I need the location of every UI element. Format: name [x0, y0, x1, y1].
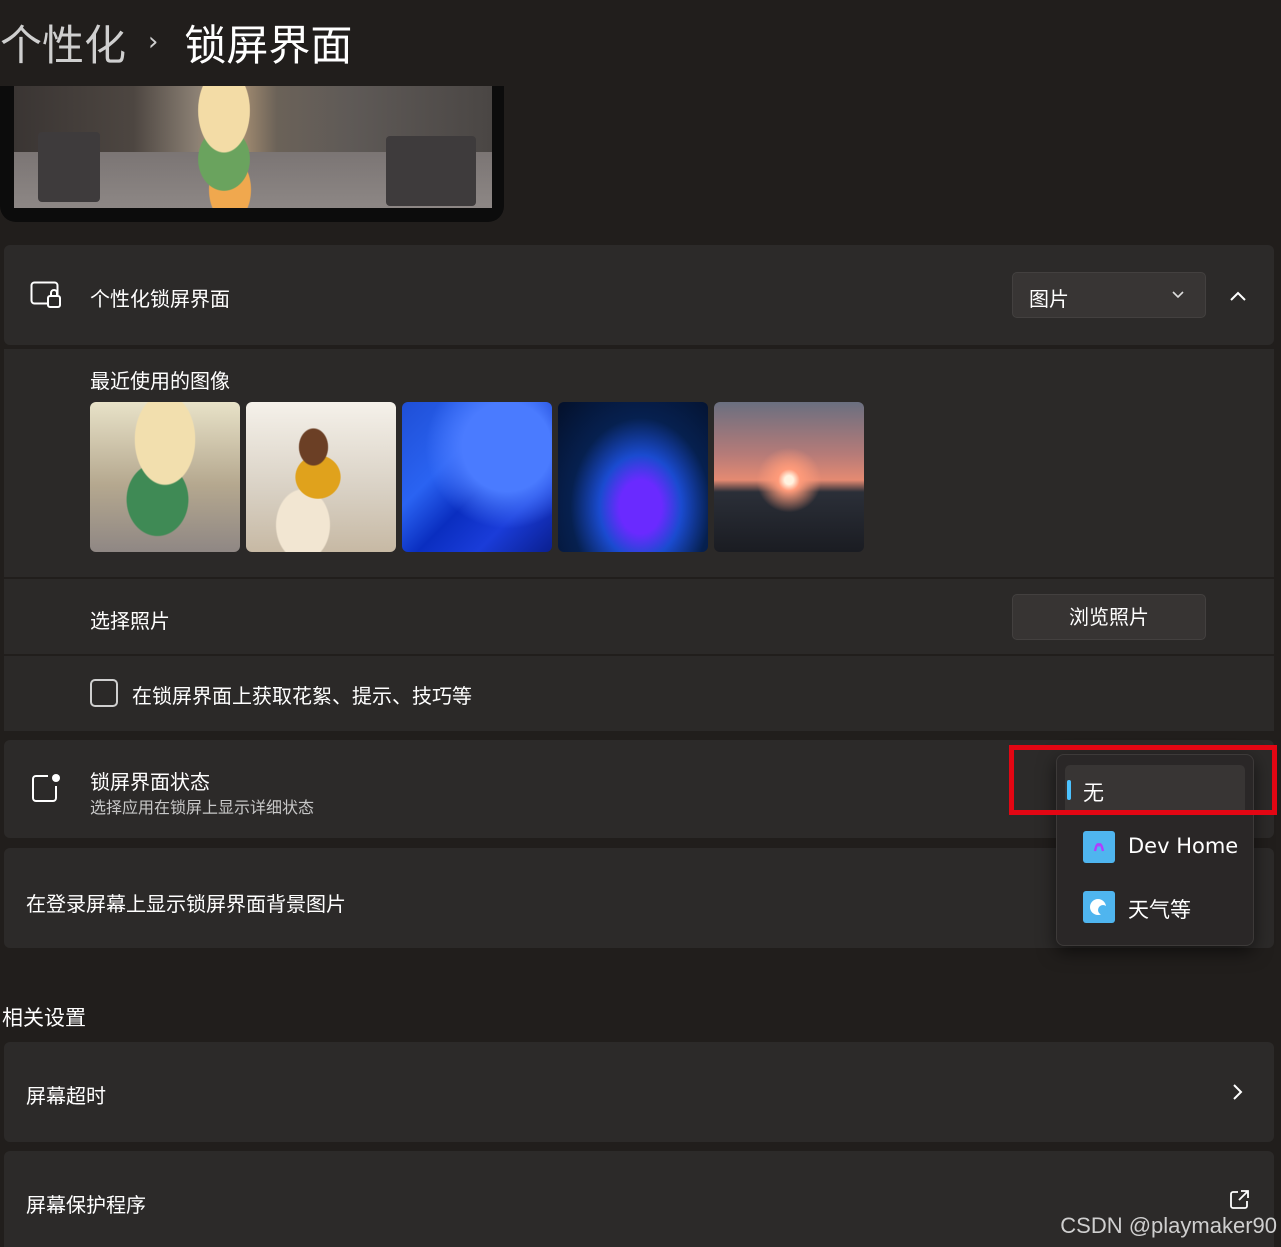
preview-image: [14, 86, 492, 208]
recent-image-5[interactable]: [714, 402, 864, 552]
personalize-lock-screen-label: 个性化锁屏界面: [90, 287, 230, 311]
lock-screen-preview: [0, 86, 504, 222]
signin-background-label: 在登录屏幕上显示锁屏界面背景图片: [26, 892, 346, 916]
recent-images-title: 最近使用的图像: [90, 369, 230, 393]
lock-screen-status-subtitle: 选择应用在锁屏上显示详细状态: [90, 798, 315, 817]
screen-timeout-label: 屏幕超时: [26, 1084, 106, 1108]
preview-character: [164, 86, 284, 208]
recent-image-2[interactable]: [246, 402, 396, 552]
dev-home-icon: [1083, 831, 1115, 863]
browse-photos-button[interactable]: 浏览照片: [1012, 594, 1206, 640]
breadcrumb: 个性化 › 锁屏界面: [0, 10, 352, 74]
flyout-item-dev-home[interactable]: Dev Home: [1065, 823, 1245, 873]
recent-image-4[interactable]: [558, 402, 708, 552]
chevron-right-icon: [1230, 1082, 1244, 1106]
screen-timeout-row[interactable]: 屏幕超时: [4, 1042, 1274, 1142]
dropdown-value: 图片: [1029, 287, 1069, 311]
tips-checkbox[interactable]: [90, 679, 118, 707]
recent-image-1[interactable]: [90, 402, 240, 552]
flyout-item-label: Dev Home: [1128, 834, 1239, 858]
annotation-highlight-box: [1009, 745, 1277, 815]
related-settings-title: 相关设置: [2, 1006, 86, 1030]
breadcrumb-parent[interactable]: 个性化: [0, 12, 126, 73]
preview-speaker-right: [386, 136, 476, 206]
choose-photo-label: 选择照片: [90, 609, 170, 633]
tips-label[interactable]: 在锁屏界面上获取花絮、提示、技巧等: [132, 680, 472, 709]
chevron-up-icon[interactable]: [1228, 288, 1248, 307]
lock-screen-icon: [30, 281, 64, 315]
lock-screen-type-dropdown[interactable]: 图片: [1012, 272, 1206, 318]
breadcrumb-separator: ›: [148, 27, 159, 57]
recent-image-3[interactable]: [402, 402, 552, 552]
external-link-icon: [1228, 1189, 1250, 1215]
preview-speaker-left: [38, 132, 100, 202]
chevron-down-icon: [1171, 287, 1185, 306]
watermark: CSDN @playmaker90: [1060, 1213, 1277, 1238]
weather-icon: [1083, 891, 1115, 923]
flyout-item-weather[interactable]: 天气等: [1065, 883, 1245, 933]
screen-saver-label: 屏幕保护程序: [26, 1193, 146, 1217]
flyout-item-label: 天气等: [1128, 898, 1191, 922]
lock-screen-status-title: 锁屏界面状态: [90, 770, 210, 794]
page-title: 锁屏界面: [184, 20, 353, 70]
status-icon: [30, 772, 62, 808]
